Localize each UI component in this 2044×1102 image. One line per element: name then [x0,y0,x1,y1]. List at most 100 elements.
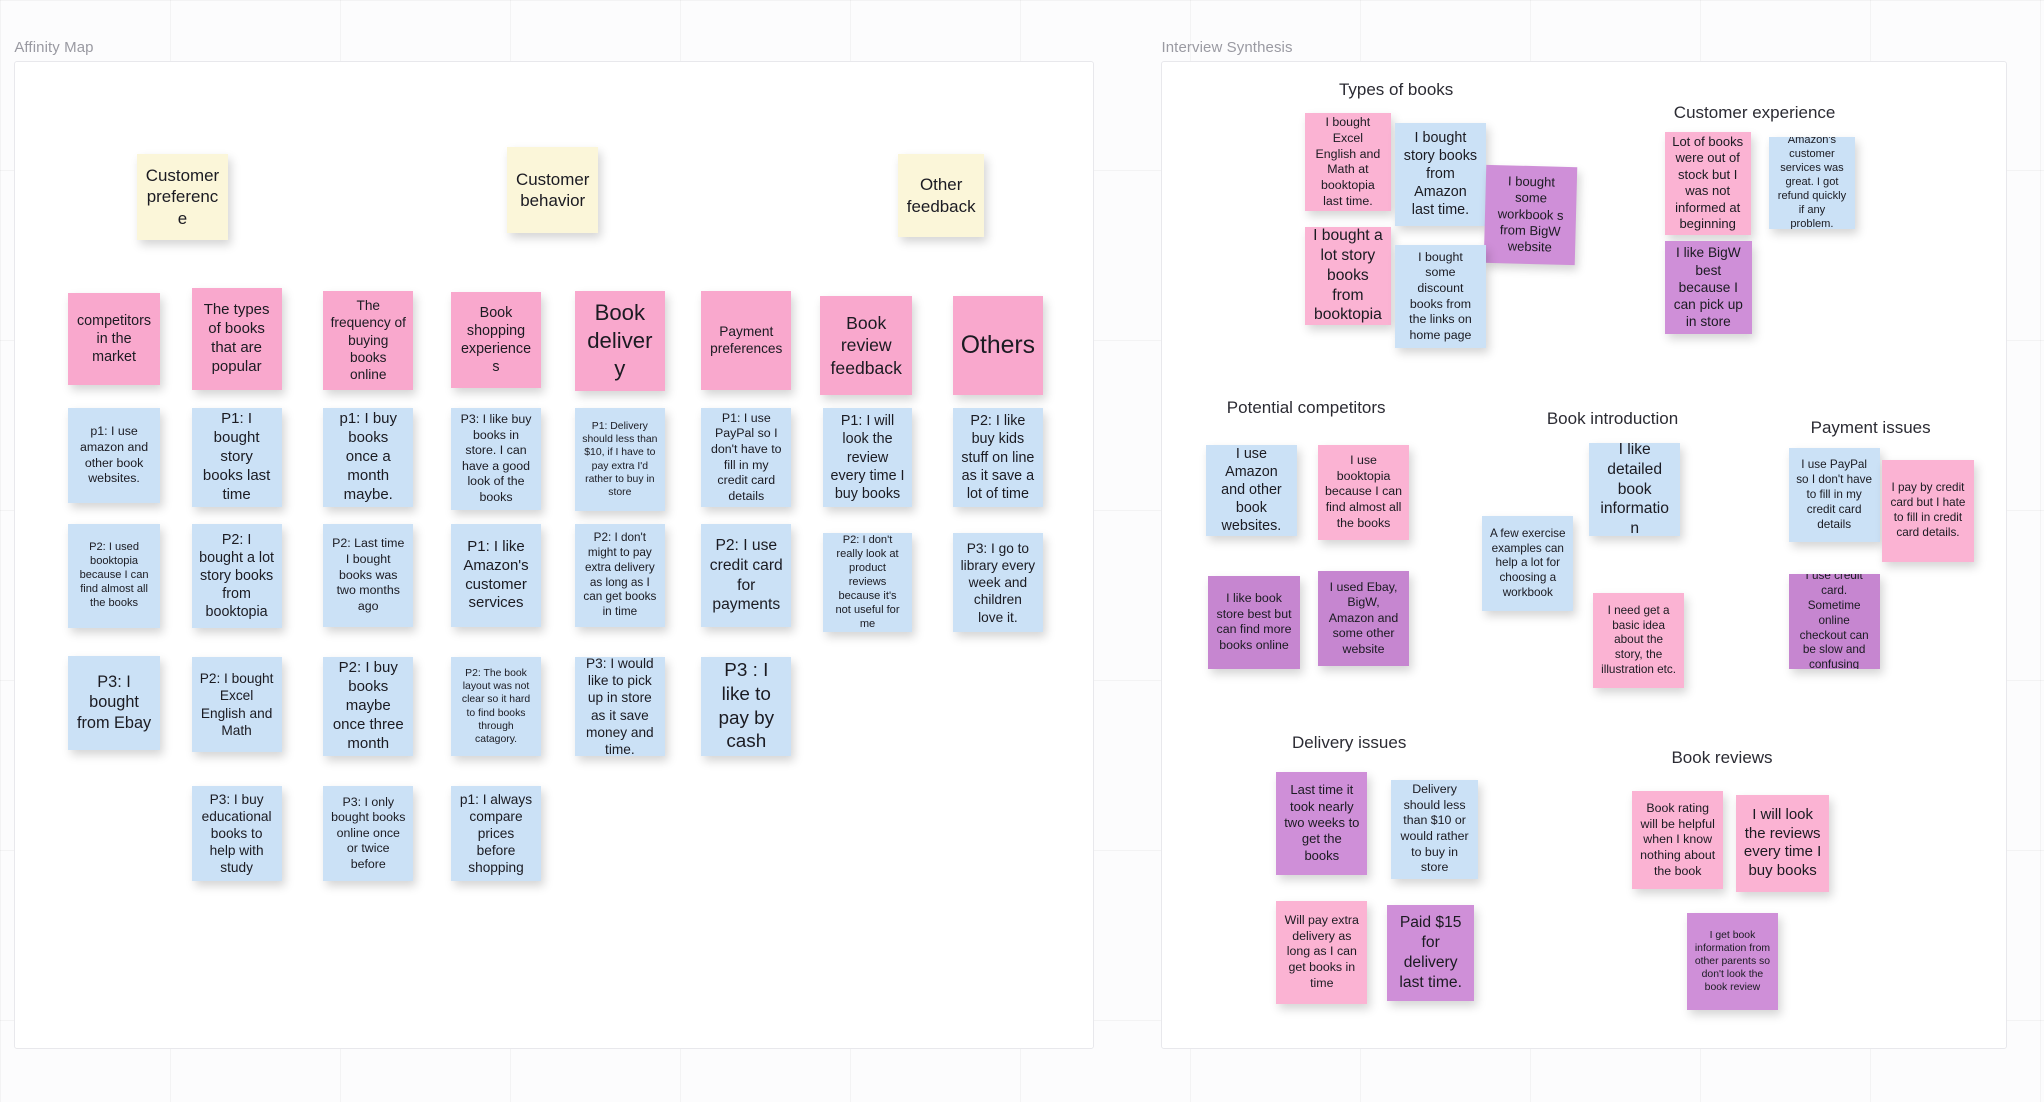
quote-note[interactable]: P2: I don't might to pay extra delivery … [574,524,665,627]
quote-note[interactable]: P1: I will look the review every time I … [822,408,913,508]
synthesis-note[interactable]: I pay by credit card but I hate to fill … [1882,460,1974,562]
note-text: I pay by credit card but I hate to fill … [1890,481,1966,539]
category-note-book-shopping-experiences[interactable]: Book shopping experiences [451,292,541,389]
synthesis-note[interactable]: Delivery should less than $10 or would r… [1390,779,1479,879]
quote-note[interactable]: P3: I like buy books in store. I can hav… [451,408,541,510]
whiteboard-canvas[interactable]: Affinity Map Interview Synthesis Customer… [0,0,2044,1102]
section-title-types-of-books: Types of books [1338,79,1454,99]
quote-note[interactable]: P1: I like Amazon's customer services [451,524,541,627]
quote-note[interactable]: P3: I only bought books online once or t… [323,786,414,882]
note-text: I use booktopia because I can find almos… [1325,453,1403,530]
synthesis-note[interactable]: I will look the reviews every time I buy… [1736,795,1829,892]
category-note-payment-preferences[interactable]: Payment preferences [701,290,792,390]
synthesis-note[interactable]: I use credit card. Sometime online check… [1788,573,1880,669]
note-text: I bought Excel English and Math at bookt… [1315,115,1381,208]
note-text: Amazon's customer services was great. I … [1777,136,1847,230]
synthesis-note[interactable]: I like detailed book information [1589,443,1681,536]
synthesis-note[interactable]: I get book information from other parent… [1686,912,1779,1011]
synthesis-note[interactable]: I bought a lot story books from booktopi… [1304,226,1391,325]
synthesis-note[interactable]: Book rating will be helpful when I know … [1632,791,1724,890]
synthesis-note[interactable]: I use PayPal so I don't have to fill in … [1788,448,1880,543]
section-title-customer-experience: Customer experience [1673,102,1836,122]
synthesis-note[interactable]: I use booktopia because I can find almos… [1317,444,1410,540]
synthesis-note[interactable]: Last time it took nearly two weeks to ge… [1276,771,1368,875]
note-text: P3: I buy educational books to help with… [201,791,272,876]
note-text: I used Ebay, BigW, Amazon and some other… [1328,579,1399,656]
note-text: P2: I used booktopia because I can find … [79,541,149,610]
quote-note[interactable]: P2: I bought Excel English and Math [191,657,282,753]
note-text: I like book store best but can find more… [1216,591,1292,653]
synthesis-note[interactable]: I bought some discount books from the li… [1394,245,1487,349]
synthesis-note[interactable]: I like book store best but can find more… [1208,576,1300,669]
note-text: I bought a lot story books from booktopi… [1313,227,1383,324]
note-text: Customer preference [145,165,220,228]
quote-note[interactable]: P2: I used booktopia because I can find … [67,524,161,629]
note-text: I like detailed book information [1600,443,1669,536]
quote-note[interactable]: P1: Delivery should less than $10, if I … [574,408,665,511]
synthesis-note[interactable]: Lot of books were out of stock but I was… [1664,131,1751,235]
synthesis-note[interactable]: I like BigW best because I can pick up i… [1664,241,1752,334]
note-text: I will look the reviews every time I buy… [1743,805,1822,880]
note-text: I get book information from other parent… [1694,929,1771,994]
synthesis-note[interactable]: I use Amazon and other book websites. [1205,444,1298,536]
note-text: I need get a basic idea about the story,… [1601,603,1677,676]
quote-note[interactable]: P2: The book layout was not clear so it … [451,657,541,757]
section-title-potential-competitors: Potential competitors [1226,397,1386,417]
note-text: P2: I don't really look at product revie… [835,533,900,630]
synthesis-note[interactable]: Amazon's customer services was great. I … [1768,136,1855,230]
note-text: I bought some workbook s from BigW websi… [1497,172,1564,255]
quote-note[interactable]: p1: I use amazon and other book websites… [67,408,161,504]
note-text: P1: I bought story books last time [202,410,271,503]
note-text: P2: The book layout was not clear so it … [461,668,531,745]
quote-note[interactable]: P2: I don't really look at product revie… [822,533,913,633]
quote-note[interactable]: P3: I go to library every week and child… [952,533,1043,633]
note-text: P2: I use credit card for payments [709,537,783,614]
note-text: P3: I like buy books in store. I can hav… [460,412,532,505]
synthesis-note[interactable]: I bought story books from Amazon last ti… [1394,122,1487,226]
category-note-others[interactable]: Others [952,295,1043,395]
note-text: Last time it took nearly two weeks to ge… [1284,782,1360,863]
synthesis-note[interactable]: I need get a basic idea about the story,… [1592,593,1685,689]
header-note-customer-behavior[interactable]: Customer behavior [507,147,599,234]
note-text: I use PayPal so I don't have to fill in … [1796,458,1873,531]
synthesis-note[interactable]: I bought some workbook s from BigW websi… [1483,164,1578,265]
note-text: P2: Last time I bought books was two mon… [332,536,405,613]
synthesis-note[interactable]: I used Ebay, BigW, Amazon and some other… [1317,570,1410,667]
category-note-book-delivery[interactable]: Book delivery [574,290,665,392]
quote-note[interactable]: P2: I use credit card for payments [701,524,792,627]
synthesis-note[interactable]: I bought Excel English and Math at bookt… [1304,113,1391,212]
quote-note[interactable]: P3: I bought from Ebay [67,655,161,750]
note-text: P2: I bought Excel English and Math [199,671,274,738]
quote-note[interactable]: P1: I bought story books last time [191,408,282,508]
quote-note[interactable]: P2: I buy books maybe once three month [323,657,414,757]
header-note-customer-preference[interactable]: Customer preference [136,153,229,240]
quote-note[interactable]: P1: I use PayPal so I don't have to fill… [701,408,792,508]
quote-note[interactable]: p1: I buy books once a month maybe. [323,408,414,508]
quote-note[interactable]: P3 : I like to pay by cash [701,657,792,757]
note-text: I use Amazon and other book websites. [1221,445,1282,535]
header-note-other-feedback[interactable]: Other feedback [898,153,985,238]
quote-note[interactable]: P3: I would like to pick up in store as … [574,657,665,757]
note-text: Payment preferences [710,323,783,357]
quote-note[interactable]: P2: Last time I bought books was two mon… [323,524,414,627]
note-text: P3: I only bought books online once or t… [331,794,406,872]
category-note-types-of-books-popular[interactable]: The types of books that are popular [191,288,282,390]
note-text: I bought some discount books from the li… [1409,249,1472,342]
note-text: Paid $15 for delivery last time. [1399,914,1462,991]
quote-note[interactable]: p1: I always compare prices before shopp… [451,786,541,882]
quote-note[interactable]: P3: I buy educational books to help with… [191,786,282,882]
note-text: P2: I like buy kids stuff on line as it … [961,413,1035,502]
frame-label: Affinity Map [14,39,94,57]
section-title-book-reviews: Book reviews [1671,748,1773,768]
synthesis-note[interactable]: Paid $15 for delivery last time. [1387,904,1475,1002]
quote-note[interactable]: P2: I like buy kids stuff on line as it … [952,408,1043,508]
note-text: competitors in the market [77,312,152,365]
note-text: The types of books that are popular [203,301,270,375]
note-text: P3: I would like to pick up in store as … [586,657,654,757]
category-note-competitors-in-the-market[interactable]: competitors in the market [67,293,161,385]
synthesis-note[interactable]: A few exercise examples can help a lot f… [1482,516,1574,612]
category-note-frequency-of-buying-books-online[interactable]: The frequency of buying books online [323,290,414,390]
quote-note[interactable]: P2: I bought a lot story books from book… [191,524,282,629]
synthesis-note[interactable]: Will pay extra delivery as long as I can… [1276,900,1368,1004]
category-note-book-review-feedback[interactable]: Book review feedback [819,295,913,395]
